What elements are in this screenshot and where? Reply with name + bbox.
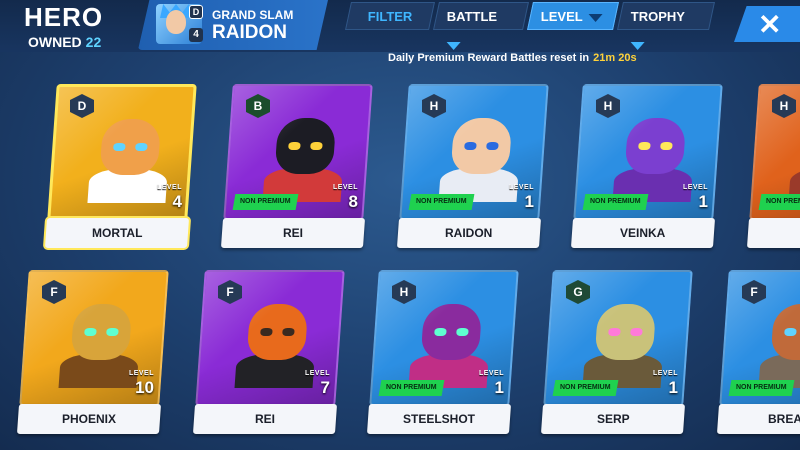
chevron-down-icon	[630, 41, 645, 50]
tab-battle-label: BATTLE	[446, 9, 498, 24]
level-label: LEVEL	[478, 370, 504, 377]
hero-character-art	[753, 292, 800, 388]
hero-character-art	[783, 106, 800, 202]
level-label: LEVEL	[332, 184, 358, 191]
level-label: LEVEL	[128, 370, 154, 377]
non-premium-badge: NON PREMIUM	[232, 194, 298, 210]
hero-card[interactable]: F NON PREMIUM BREAK	[716, 270, 800, 434]
level-value: 1	[524, 192, 534, 211]
owned-count: 22	[85, 34, 102, 50]
hero-name: STEELSHOT	[366, 404, 512, 434]
level-label: LEVEL	[508, 184, 534, 191]
hero-name: REI	[192, 404, 338, 434]
level-value: 1	[698, 192, 708, 211]
level-value: 4	[172, 192, 182, 211]
non-premium-badge: NON PREMIUM	[378, 380, 444, 396]
hero-name: SERP	[540, 404, 686, 434]
non-premium-badge: NON PREMIUM	[408, 194, 474, 210]
hero-name: C	[746, 218, 800, 248]
tab-level-label: LEVEL	[540, 9, 583, 24]
hero-name: RAIDON	[396, 218, 542, 248]
level-value: 10	[135, 378, 154, 397]
hero-card[interactable]: B NON PREMIUM LEVEL 8 REI	[220, 84, 373, 248]
tab-filter[interactable]: FILTER	[345, 2, 435, 30]
hero-card[interactable]: G NON PREMIUM LEVEL 1 SERP	[540, 270, 693, 434]
hero-card[interactable]: F LEVEL 10 PHOENIX	[16, 270, 169, 434]
reset-timer: 21m 20s	[593, 52, 637, 64]
hero-card[interactable]: F LEVEL 7 REI	[192, 270, 345, 434]
hero-card[interactable]: H NON PREMIUM LEVEL 1 STEELSHOT	[366, 270, 519, 434]
hero-card[interactable]: H NON PREMIUM LEVEL 1 RAIDON	[396, 84, 549, 248]
tab-level[interactable]: LEVEL	[527, 2, 619, 30]
non-premium-badge: NON PREMIUM	[758, 194, 800, 210]
non-premium-badge: NON PREMIUM	[728, 380, 794, 396]
hero-name: BREAK	[716, 404, 800, 434]
tab-trophy[interactable]: TROPHY	[617, 2, 715, 50]
tab-trophy-label: TROPHY	[630, 9, 685, 24]
level-value: 8	[348, 192, 358, 211]
close-icon: ✕	[758, 9, 782, 40]
close-button[interactable]: ✕	[734, 6, 800, 42]
reset-notice-text: Daily Premium Reward Battles reset in	[388, 52, 590, 64]
current-hero-rank-badge: D	[189, 5, 203, 19]
hero-card[interactable]: D LEVEL 4 MORTAL	[44, 84, 197, 248]
owned-count-label: OWNED 22	[28, 34, 101, 50]
hero-name: MORTAL	[44, 218, 190, 248]
level-value: 7	[320, 378, 330, 397]
top-bar: HERO OWNED 22 D 4 GRAND SLAM RAIDON FILTE…	[0, 0, 800, 52]
hero-name: REI	[220, 218, 366, 248]
chevron-down-icon	[446, 41, 461, 50]
hero-name: VEINKA	[570, 218, 716, 248]
current-hero-name: RAIDON	[212, 22, 287, 43]
hero-card[interactable]: H NON PREMIUM LEVEL 1 VEINKA	[570, 84, 723, 248]
level-label: LEVEL	[682, 184, 708, 191]
tab-filter-label: FILTER	[367, 9, 413, 24]
non-premium-badge: NON PREMIUM	[552, 380, 618, 396]
current-hero-mode: GRAND SLAM	[212, 8, 294, 22]
level-label: LEVEL	[652, 370, 678, 377]
level-value: 1	[494, 378, 504, 397]
level-value: 1	[668, 378, 678, 397]
current-hero-level-badge: 4	[189, 28, 203, 42]
hero-card[interactable]: HNON PREMIUMC	[746, 84, 800, 248]
tab-battle[interactable]: BATTLE	[433, 2, 529, 50]
reset-notice: Daily Premium Reward Battles reset in 21m…	[388, 52, 637, 64]
owned-label: OWNED	[28, 34, 82, 50]
chevron-down-icon	[588, 13, 603, 22]
level-label: LEVEL	[156, 184, 182, 191]
level-label: LEVEL	[304, 370, 330, 377]
page-title: HERO	[24, 2, 104, 32]
hero-name: PHOENIX	[16, 404, 162, 434]
non-premium-badge: NON PREMIUM	[582, 194, 648, 210]
